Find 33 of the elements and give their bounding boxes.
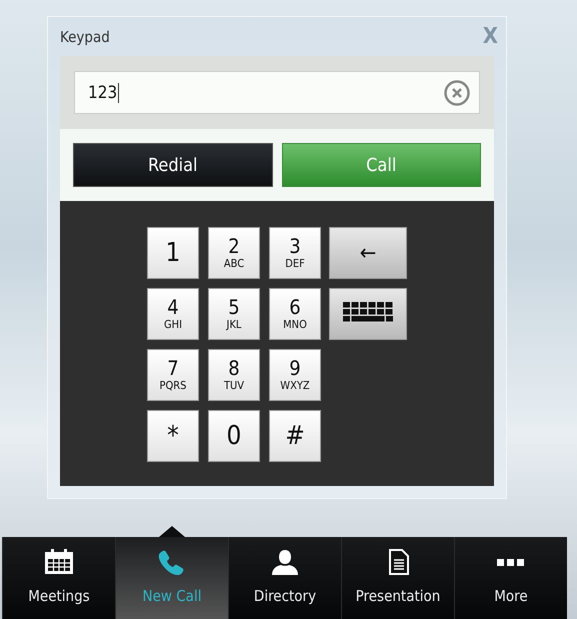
backspace-key[interactable]: ← (329, 227, 407, 279)
selection-pointer (159, 526, 185, 537)
tab-label: Meetings (28, 587, 90, 605)
redial-button[interactable]: Redial (73, 143, 272, 187)
phone-icon (158, 550, 184, 575)
dial-key[interactable]: 1 (147, 227, 199, 279)
tab-label: New Call (142, 587, 202, 605)
tab-label: Directory (254, 587, 316, 605)
nav-tab[interactable]: Meetings (2, 537, 115, 619)
document-icon (389, 549, 409, 575)
person-icon (272, 550, 298, 575)
tab-label: More (494, 587, 528, 605)
dial-key[interactable]: 5 JKL (208, 288, 260, 340)
clear-icon[interactable] (443, 78, 471, 106)
dial-key[interactable]: 4 GHI (147, 288, 199, 340)
nav-tab[interactable]: More (454, 537, 567, 619)
dial-key[interactable]: 2 ABC (208, 227, 260, 279)
dial-key[interactable]: 3 DEF (269, 227, 321, 279)
dial-key[interactable]: 9 WXYZ (269, 349, 321, 401)
dial-key[interactable]: 8 TUV (208, 349, 260, 401)
dial-key[interactable]: 0 (208, 410, 260, 462)
dial-key[interactable]: 6 MNO (269, 288, 321, 340)
dial-key[interactable]: 7 PQRS (147, 349, 199, 401)
dial-key[interactable]: * (147, 410, 199, 462)
nav-tab[interactable]: Directory (228, 537, 341, 619)
keyboard-key[interactable] (329, 288, 407, 340)
tab-label: Presentation (356, 587, 440, 605)
number-field[interactable]: 123 (74, 71, 480, 114)
calendar-icon (45, 549, 73, 574)
dialog-title: Keypad (60, 28, 110, 46)
more-icon (497, 559, 524, 566)
dial-key[interactable]: # (269, 410, 321, 462)
nav-tab[interactable]: Presentation (341, 537, 454, 619)
